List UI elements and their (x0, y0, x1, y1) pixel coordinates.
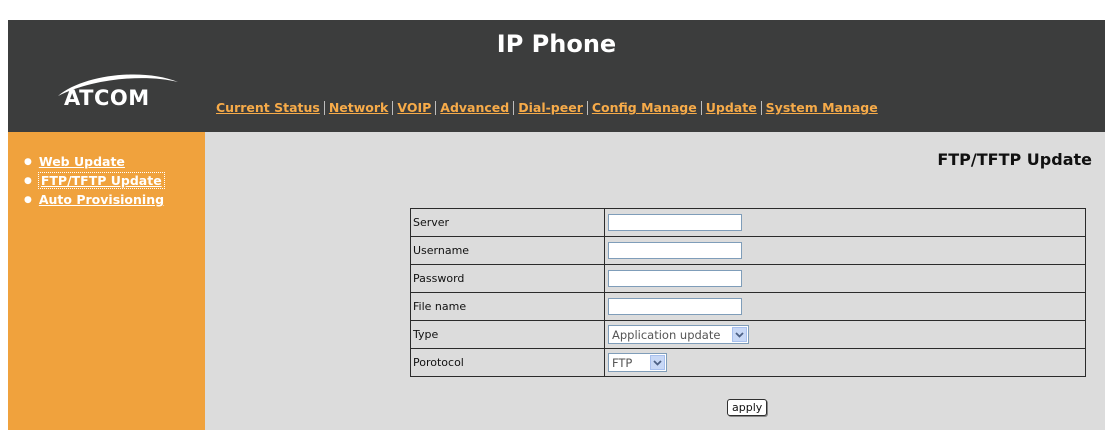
atcom-logo: ATCOM (54, 70, 184, 116)
nav-separator (700, 100, 702, 115)
bullet-icon: ● (24, 156, 32, 167)
nav-separator (760, 100, 762, 115)
username-label: Username (410, 236, 605, 265)
type-label: Type (410, 320, 605, 349)
bullet-icon: ● (24, 175, 32, 186)
main-content: FTP/TFTP Update Server Username Password… (205, 132, 1105, 430)
header: IP Phone ATCOM Current Status Network VO… (8, 20, 1105, 132)
sidebar-link-auto-provisioning[interactable]: Auto Provisioning (39, 192, 164, 207)
protocol-label: Porotocol (410, 348, 605, 377)
ftp-update-form: Server Username Password File name Type (410, 208, 1086, 377)
username-input[interactable] (608, 242, 742, 259)
protocol-select[interactable]: FTP (608, 353, 667, 372)
nav-separator (323, 100, 325, 115)
nav-separator (435, 100, 437, 115)
type-select-value: Application update (612, 327, 721, 342)
main-nav: Current Status Network VOIP Advanced Dia… (216, 100, 878, 115)
nav-update[interactable]: Update (706, 100, 757, 115)
nav-network[interactable]: Network (329, 100, 389, 115)
sidebar: ● Web Update ● FTP/TFTP Update ● Auto Pr… (8, 132, 205, 430)
nav-dial-peer[interactable]: Dial-peer (518, 100, 583, 115)
form-row-server: Server (410, 208, 1086, 237)
protocol-select-value: FTP (612, 355, 633, 370)
nav-voip[interactable]: VOIP (397, 100, 431, 115)
password-input[interactable] (608, 270, 742, 287)
nav-separator (513, 100, 515, 115)
sidebar-item-auto-provisioning: ● Auto Provisioning (24, 190, 164, 209)
form-row-password: Password (410, 264, 1086, 293)
nav-system-manage[interactable]: System Manage (766, 100, 878, 115)
sidebar-item-ftp-tftp-update: ● FTP/TFTP Update (24, 171, 165, 190)
chevron-down-icon[interactable] (650, 355, 665, 370)
page-title: FTP/TFTP Update (937, 150, 1092, 169)
form-row-filename: File name (410, 292, 1086, 321)
nav-config-manage[interactable]: Config Manage (592, 100, 697, 115)
password-label: Password (410, 264, 605, 293)
chevron-down-icon[interactable] (732, 327, 747, 342)
nav-advanced[interactable]: Advanced (440, 100, 509, 115)
sidebar-menu: ● Web Update ● FTP/TFTP Update ● Auto Pr… (24, 152, 165, 209)
type-select[interactable]: Application update (608, 325, 749, 344)
form-row-type: Type Application update (410, 320, 1086, 349)
sidebar-link-ftp-tftp-update[interactable]: FTP/TFTP Update (37, 172, 165, 189)
apply-button[interactable]: apply (727, 399, 768, 416)
filename-label: File name (410, 292, 605, 321)
app-title: IP Phone (496, 30, 617, 58)
nav-current-status[interactable]: Current Status (216, 100, 320, 115)
sidebar-item-web-update: ● Web Update (24, 152, 164, 171)
logo-text: ATCOM (64, 86, 150, 110)
server-input[interactable] (608, 214, 742, 231)
bullet-icon: ● (24, 194, 32, 205)
sidebar-link-web-update[interactable]: Web Update (39, 154, 125, 169)
filename-input[interactable] (608, 298, 742, 315)
server-label: Server (410, 208, 605, 237)
nav-separator (586, 100, 588, 115)
form-row-protocol: Porotocol FTP (410, 348, 1086, 377)
nav-separator (392, 100, 394, 115)
form-row-username: Username (410, 236, 1086, 265)
